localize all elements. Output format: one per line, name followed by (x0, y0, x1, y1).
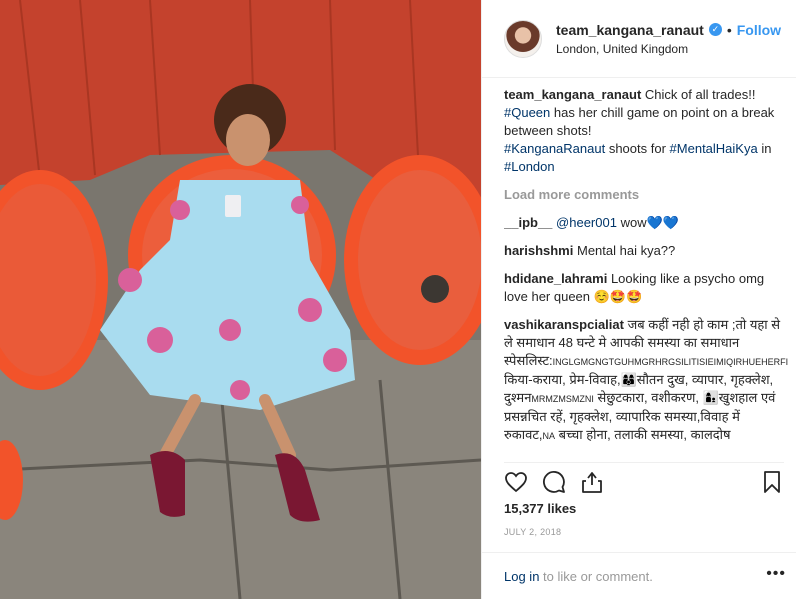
post-header: team_kangana_ranaut ✓ • Follow London, U… (482, 0, 796, 78)
comment-text: Mental hai kya?? (576, 243, 676, 258)
more-options-icon[interactable]: ••• (766, 566, 786, 582)
comment-username[interactable]: __ipb__ (504, 215, 552, 230)
comment-item: harishshmi Mental hai kya?? (504, 242, 788, 260)
comment-mention[interactable]: @heer001 (556, 215, 617, 230)
caption-text-4: in (761, 141, 772, 156)
comment-username[interactable]: vashikaranspcialiat (504, 317, 624, 332)
author-info: team_kangana_ranaut ✓ • Follow London, U… (556, 22, 781, 56)
comment-icon[interactable] (542, 470, 566, 494)
avatar[interactable] (504, 19, 542, 58)
location-link[interactable]: London, United Kingdom (556, 42, 781, 56)
comment-item: __ipb__ @heer001 wow💙💙 (504, 214, 788, 232)
comment-small-text: NA (542, 431, 556, 441)
follow-button[interactable]: Follow (737, 22, 781, 38)
comment-item: vashikaranspcialiat जब कहीं नही हो काम ;… (504, 316, 788, 445)
comment-item: hdidane_lahrami Looking like a psycho om… (504, 270, 788, 306)
heart-icon[interactable] (504, 470, 528, 494)
load-more-comments-button[interactable]: Load more comments (504, 186, 788, 204)
comment-username[interactable]: harishshmi (504, 243, 573, 258)
bookmark-icon[interactable] (760, 470, 784, 494)
separator-dot: • (726, 21, 732, 38)
likes-count[interactable]: 15,377 likes (504, 501, 576, 516)
login-footer: Log in to like or comment. (482, 552, 796, 599)
comment-username[interactable]: hdidane_lahrami (504, 271, 607, 286)
author-row: team_kangana_ranaut ✓ • Follow (556, 22, 781, 38)
verified-badge-icon: ✓ (708, 23, 722, 36)
caption-username[interactable]: team_kangana_ranaut (504, 87, 641, 102)
login-footer-text: to like or comment. (543, 568, 653, 584)
caption-text-1: Chick of all trades!! (644, 87, 756, 102)
instagram-post: team_kangana_ranaut ✓ • Follow London, U… (0, 0, 796, 599)
comment-text: बच्चा होना, तलाकी समस्या, कालदोष (558, 427, 731, 442)
comment-text: wow💙💙 (620, 215, 679, 230)
hashtag-kanganaranaut[interactable]: #KanganaRanaut (504, 141, 605, 156)
post-date: JULY 2, 2018 (504, 527, 562, 537)
comment-small-text: MRMZMSMZNI (531, 394, 594, 404)
author-username[interactable]: team_kangana_ranaut (556, 22, 704, 38)
comments-list[interactable]: team_kangana_ranaut Chick of all trades!… (504, 86, 788, 457)
caption-text-3: shoots for (608, 141, 666, 156)
hashtag-london[interactable]: #London (504, 159, 555, 174)
login-link[interactable]: Log in (504, 569, 539, 584)
hashtag-mentalhaikya[interactable]: #MentalHaiKya (670, 141, 758, 156)
caption: team_kangana_ranaut Chick of all trades!… (504, 86, 788, 176)
post-sidebar: team_kangana_ranaut ✓ • Follow London, U… (481, 0, 796, 599)
photo-illustration (0, 0, 481, 599)
comment-small-text: INGLGMGNGTGUHMGRHRGSILITISIEIMIQIRHUEHER… (552, 357, 788, 367)
share-icon[interactable] (580, 470, 604, 494)
post-photo[interactable] (0, 0, 481, 599)
hashtag-queen[interactable]: #Queen (504, 105, 550, 120)
action-bar (504, 462, 784, 501)
